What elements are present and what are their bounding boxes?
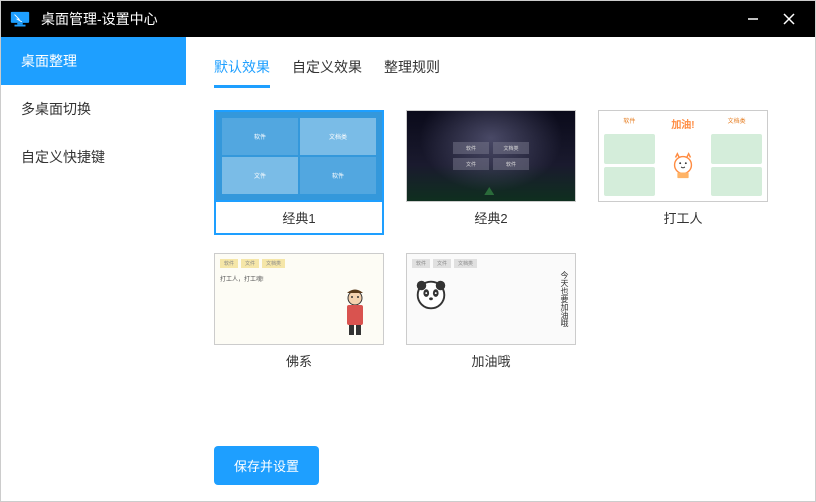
save-button[interactable]: 保存并设置: [214, 446, 319, 485]
window-title: 桌面管理-设置中心: [41, 9, 735, 29]
thumb-slot: [604, 167, 655, 197]
sidebar-item-desktop-organize[interactable]: 桌面整理: [1, 37, 186, 85]
thumb-chip: 文件: [222, 157, 298, 194]
content-area: 默认效果 自定义效果 整理规则 软件 文档类 文件 软件 经典1 软件文档类 文…: [186, 37, 815, 501]
thumb-chip: 软件: [300, 157, 376, 194]
theme-card-classic1[interactable]: 软件 文档类 文件 软件 经典1: [214, 110, 384, 235]
theme-label: 佛系: [214, 345, 384, 377]
thumb-chip: 文档类: [711, 116, 762, 131]
theme-thumbnail: 软件 文件 文档类 打工人，打工魂!: [214, 253, 384, 345]
theme-card-classic2[interactable]: 软件文档类 文件软件 经典2: [406, 110, 576, 235]
thumb-chip: 文档类: [300, 118, 376, 155]
thumb-chip: 文档类: [493, 142, 529, 154]
tab-organize-rules[interactable]: 整理规则: [384, 57, 440, 87]
person-icon: [335, 288, 375, 338]
thumb-text: 打工人，打工魂!: [220, 274, 378, 283]
sidebar: 桌面整理 多桌面切换 自定义快捷键: [1, 37, 186, 501]
tab-custom-effect[interactable]: 自定义效果: [292, 57, 362, 87]
thumb-chip: 文件: [453, 158, 489, 170]
close-button[interactable]: [771, 1, 807, 37]
thumb-chip: 文件: [433, 259, 451, 268]
theme-thumbnail: 软件文档类 文件软件: [406, 110, 576, 202]
theme-card-worker[interactable]: 软件 加油! 文档类 打工人: [598, 110, 768, 235]
tab-strip: 默认效果 自定义效果 整理规则: [214, 57, 787, 88]
theme-thumbnail: 软件 文档类 文件 软件: [214, 110, 384, 202]
footer: 保存并设置: [214, 434, 787, 485]
sidebar-item-multi-desktop[interactable]: 多桌面切换: [1, 85, 186, 133]
theme-card-cheer[interactable]: 软件 文件 文档类 今天也要加油哦 加油哦: [406, 253, 576, 377]
app-logo-icon: [9, 10, 31, 28]
thumb-chip: 文档类: [454, 259, 477, 268]
theme-label: 经典1: [214, 202, 384, 235]
thumb-chip: 软件: [412, 259, 430, 268]
thumb-chip: 文件: [241, 259, 259, 268]
theme-grid: 软件 文档类 文件 软件 经典1 软件文档类 文件软件 经典2 软件 加油!: [214, 110, 787, 377]
theme-thumbnail: 软件 文件 文档类 今天也要加油哦: [406, 253, 576, 345]
thumb-slot: [711, 167, 762, 197]
theme-label: 经典2: [406, 202, 576, 234]
theme-card-zen[interactable]: 软件 文件 文档类 打工人，打工魂! 佛系: [214, 253, 384, 377]
theme-label: 加油哦: [406, 345, 576, 377]
thumb-chip: 软件: [220, 259, 238, 268]
thumb-vertical-text: 今天也要加油哦: [554, 259, 570, 339]
thumb-slot: [711, 134, 762, 164]
thumb-chip: 软件: [453, 142, 489, 154]
panda-icon: [412, 276, 450, 314]
theme-label: 打工人: [598, 202, 768, 234]
sidebar-item-custom-shortcut[interactable]: 自定义快捷键: [1, 133, 186, 181]
thumb-chip: 软件: [222, 118, 298, 155]
thumb-slot: [604, 134, 655, 164]
titlebar: 桌面管理-设置中心: [1, 1, 815, 37]
theme-thumbnail: 软件 加油! 文档类: [598, 110, 768, 202]
minimize-button[interactable]: [735, 1, 771, 37]
thumb-chip: 软件: [604, 116, 655, 131]
thumb-chip: 软件: [493, 158, 529, 170]
tab-default-effect[interactable]: 默认效果: [214, 57, 270, 87]
cat-icon: [658, 134, 709, 196]
thumb-heading: 加油!: [658, 116, 709, 131]
thumb-chip: 文档类: [262, 259, 285, 268]
